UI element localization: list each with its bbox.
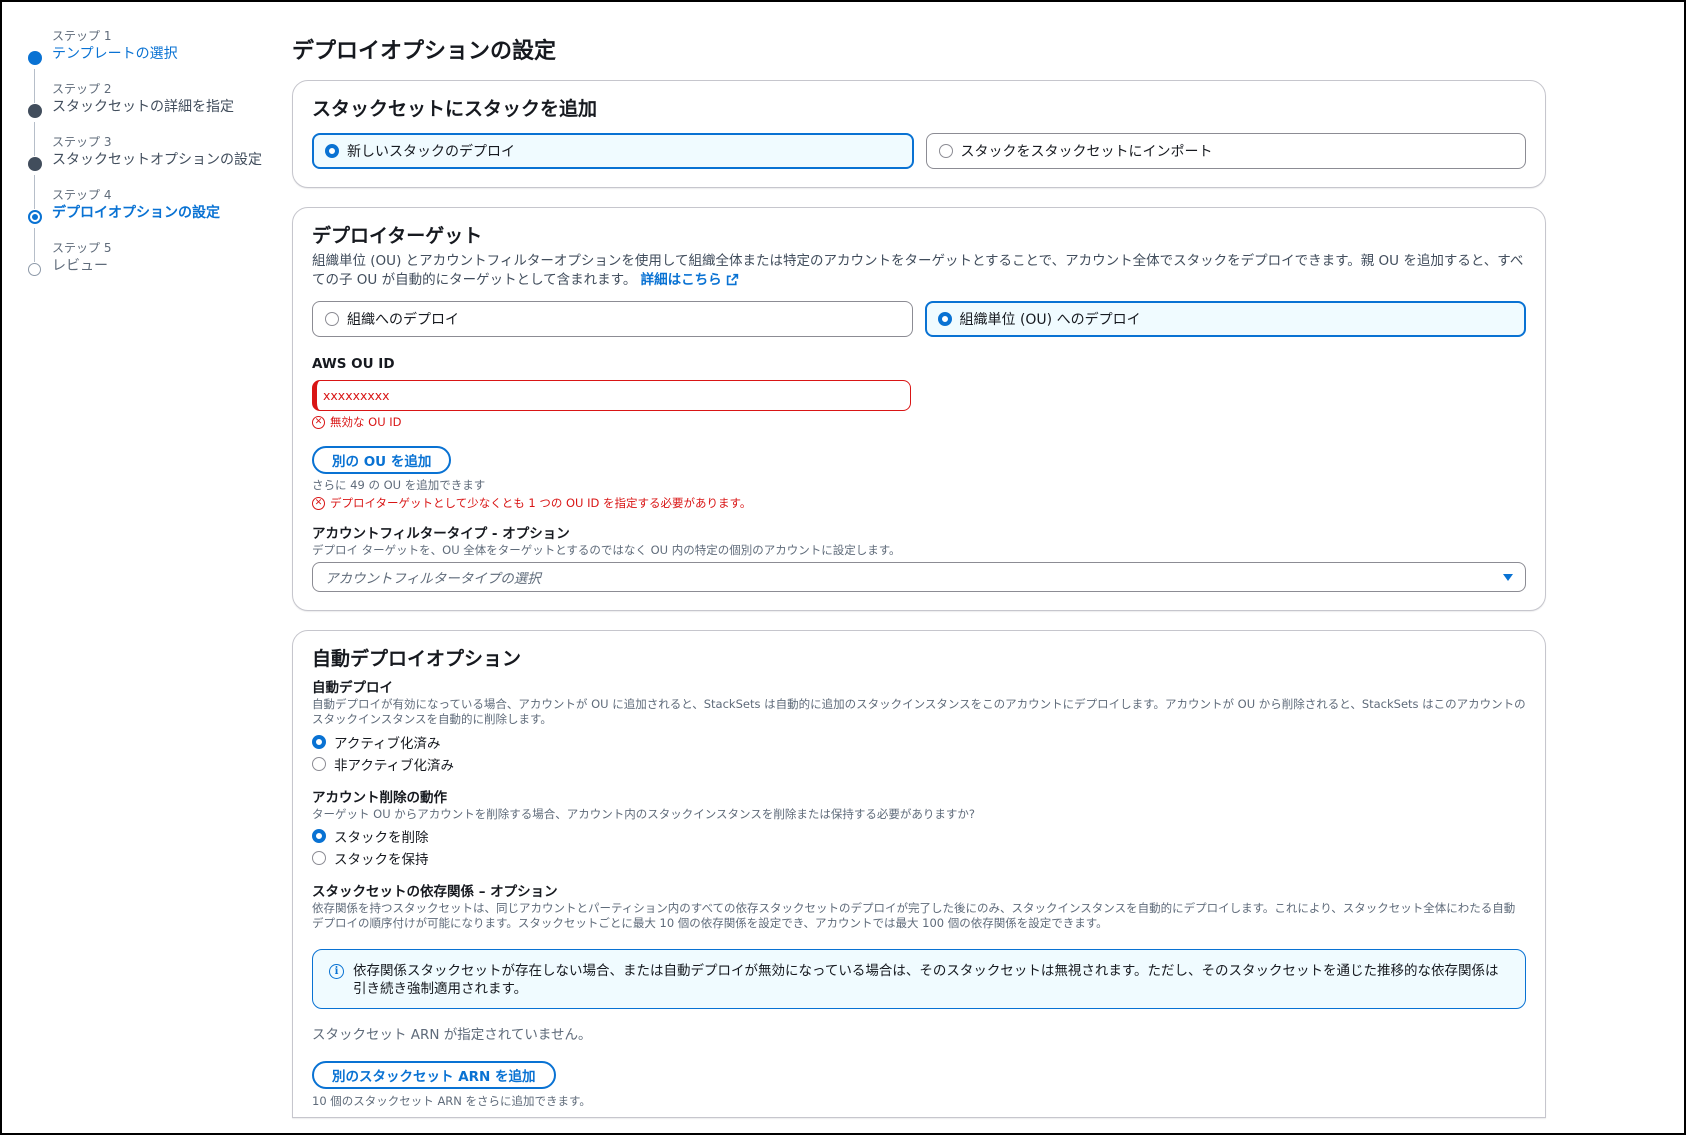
- auto-deploy-container: 自動デプロイオプション 自動デプロイ 自動デプロイが有効になっている場合、アカウ…: [292, 630, 1546, 1118]
- deploy-target-description-text: 組織単位 (OU) とアカウントフィルターオプションを使用して組織全体または特定…: [312, 253, 1524, 288]
- deploy-target-container: デプロイターゲット 組織単位 (OU) とアカウントフィルターオプションを使用し…: [292, 207, 1546, 611]
- account-filter-field: アカウントフィルタータイプ - オプション デプロイ ターゲットを、OU 全体を…: [312, 525, 1526, 592]
- step-1-indicator: [28, 51, 42, 65]
- step-2-indicator: [28, 104, 42, 118]
- add-stacks-tiles: 新しいスタックのデプロイ スタックをスタックセットにインポート: [312, 133, 1526, 169]
- ou-id-error-text: 無効な OU ID: [330, 415, 402, 429]
- tile-label: 組織単位 (OU) へのデプロイ: [959, 312, 1141, 328]
- ou-id-input[interactable]: xxxxxxxxx: [312, 380, 911, 411]
- target-error-text: デプロイターゲットとして少なくとも 1 つの OU ID を指定する必要がありま…: [330, 496, 752, 510]
- step-3[interactable]: ステップ 3 スタックセットオプションの設定: [24, 134, 264, 209]
- step-4: ステップ 4 デプロイオプションの設定: [24, 187, 264, 262]
- radio-selected-icon[interactable]: [312, 735, 326, 749]
- step-5-number: ステップ 5: [52, 241, 112, 255]
- dependencies-field: スタックセットの依存関係 – オプション 依存関係を持つスタックセットは、同じア…: [312, 883, 1526, 1109]
- add-stacks-title: スタックセットにスタックを追加: [312, 98, 598, 120]
- step-4-number: ステップ 4: [52, 188, 112, 202]
- radio-delete-stacks[interactable]: スタックを削除: [312, 825, 1526, 847]
- tile-label: 新しいスタックのデプロイ: [347, 144, 515, 160]
- step-4-label: デプロイオプションの設定: [52, 205, 220, 221]
- ou-id-field: AWS OU ID xxxxxxxxx ✕ 無効な OU ID: [312, 355, 1526, 430]
- tile-deploy-new-stacks[interactable]: 新しいスタックのデプロイ: [312, 133, 914, 169]
- external-link-icon: [726, 273, 738, 286]
- dependencies-label: スタックセットの依存関係 – オプション: [312, 884, 558, 900]
- ou-id-label: AWS OU ID: [312, 356, 395, 372]
- tile-import-stacks[interactable]: スタックをスタックセットにインポート: [925, 133, 1526, 169]
- radio-unselected-icon[interactable]: [938, 144, 953, 158]
- radio-selected-icon[interactable]: [312, 829, 326, 843]
- step-1-number: ステップ 1: [52, 29, 112, 43]
- auto-deploy-label: 自動デプロイ: [312, 680, 393, 696]
- learn-more-link[interactable]: 詳細はこちら: [641, 272, 739, 288]
- step-1-label[interactable]: テンプレートの選択: [52, 44, 264, 64]
- error-icon: ✕: [312, 415, 325, 429]
- radio-unselected-icon[interactable]: [325, 312, 339, 326]
- caret-down-icon: [1503, 573, 1513, 581]
- tile-deploy-to-ou[interactable]: 組織単位 (OU) へのデプロイ: [924, 301, 1526, 337]
- step-5-label: レビュー: [52, 258, 108, 274]
- account-filter-select[interactable]: アカウントフィルタータイプの選択: [312, 562, 1526, 592]
- ou-id-error: ✕ 無効な OU ID: [312, 414, 1526, 430]
- account-filter-label: アカウントフィルタータイプ - オプション: [312, 526, 570, 542]
- step-2-label[interactable]: スタックセットの詳細を指定: [52, 97, 264, 117]
- add-stackset-arn-button[interactable]: 別のスタックセット ARN を追加: [312, 1061, 556, 1089]
- tile-deploy-to-organization[interactable]: 組織へのデプロイ: [312, 301, 913, 337]
- radio-label: アクティブ化済み: [334, 736, 441, 752]
- main-content: デプロイオプションの設定 スタックセットにスタックを追加 新しいスタックのデプロ…: [292, 36, 1546, 1135]
- radio-unselected-icon[interactable]: [312, 757, 326, 771]
- account-removal-label: アカウント削除の動作: [312, 790, 447, 806]
- info-icon: i: [329, 964, 344, 979]
- radio-label: 非アクティブ化済み: [334, 758, 455, 774]
- radio-selected-icon[interactable]: [937, 312, 952, 326]
- target-error: ✕ デプロイターゲットとして少なくとも 1 つの OU ID を指定する必要があ…: [312, 495, 1526, 511]
- radio-unselected-icon[interactable]: [312, 851, 326, 865]
- radio-activated[interactable]: アクティブ化済み: [312, 731, 1526, 753]
- add-stacks-container: スタックセットにスタックを追加 新しいスタックのデプロイ スタックをスタックセッ…: [292, 80, 1546, 188]
- step-3-number: ステップ 3: [52, 135, 112, 149]
- step-4-indicator: [28, 210, 42, 224]
- radio-selected-icon[interactable]: [325, 144, 339, 158]
- tile-label: 組織へのデプロイ: [347, 312, 459, 328]
- account-filter-placeholder: アカウントフィルタータイプの選択: [325, 571, 541, 587]
- step-1[interactable]: ステップ 1 テンプレートの選択: [24, 28, 264, 103]
- account-filter-description: デプロイ ターゲットを、OU 全体をターゲットとするのではなく OU 内の特定の…: [312, 543, 901, 557]
- deploy-target-tiles: 組織へのデプロイ 組織単位 (OU) へのデプロイ: [312, 301, 1526, 337]
- deploy-target-description: 組織単位 (OU) とアカウントフィルターオプションを使用して組織全体または特定…: [312, 252, 1526, 290]
- step-2-number: ステップ 2: [52, 82, 112, 96]
- page-title: デプロイオプションの設定: [292, 39, 557, 64]
- step-5: ステップ 5 レビュー: [24, 240, 264, 293]
- info-alert-text: 依存関係スタックセットが存在しない場合、または自動デプロイが無効になっている場合…: [353, 963, 1499, 997]
- add-arn-hint: 10 個のスタックセット ARN をさらに追加できます。: [312, 1094, 591, 1108]
- auto-deploy-field: 自動デプロイ 自動デプロイが有効になっている場合、アカウントが OU に追加され…: [312, 679, 1526, 775]
- step-3-label[interactable]: スタックセットオプションの設定: [52, 150, 264, 170]
- step-2[interactable]: ステップ 2 スタックセットの詳細を指定: [24, 81, 264, 156]
- add-ou-hint: さらに 49 の OU を追加できます: [312, 478, 486, 492]
- step-5-indicator: [28, 263, 41, 276]
- learn-more-label: 詳細はこちら: [640, 272, 722, 288]
- dependencies-info-alert: i 依存関係スタックセットが存在しない場合、または自動デプロイが無効になっている…: [312, 949, 1526, 1009]
- account-removal-field: アカウント削除の動作 ターゲット OU からアカウントを削除する場合、アカウント…: [312, 789, 1526, 869]
- deploy-target-title: デプロイターゲット: [312, 225, 483, 247]
- tile-label: スタックをスタックセットにインポート: [960, 144, 1213, 160]
- radio-label: スタックを削除: [334, 830, 429, 846]
- no-arn-text: スタックセット ARN が指定されていません。: [312, 1027, 592, 1043]
- radio-deactivated[interactable]: 非アクティブ化済み: [312, 753, 1526, 775]
- account-removal-description: ターゲット OU からアカウントを削除する場合、アカウント内のスタックインスタン…: [312, 807, 975, 821]
- add-ou-button[interactable]: 別の OU を追加: [312, 446, 452, 474]
- auto-deploy-title: 自動デプロイオプション: [312, 648, 522, 670]
- radio-label: スタックを保持: [334, 852, 429, 868]
- step-3-indicator: [28, 157, 42, 171]
- error-icon: ✕: [312, 496, 325, 510]
- radio-retain-stacks[interactable]: スタックを保持: [312, 847, 1526, 869]
- auto-deploy-description: 自動デプロイが有効になっている場合、アカウントが OU に追加されると、Stac…: [312, 697, 1526, 726]
- dependencies-description: 依存関係を持つスタックセットは、同じアカウントとパーティション内のすべての依存ス…: [312, 901, 1516, 930]
- wizard-steps: ステップ 1 テンプレートの選択 ステップ 2 スタックセットの詳細を指定 ステ…: [24, 28, 264, 293]
